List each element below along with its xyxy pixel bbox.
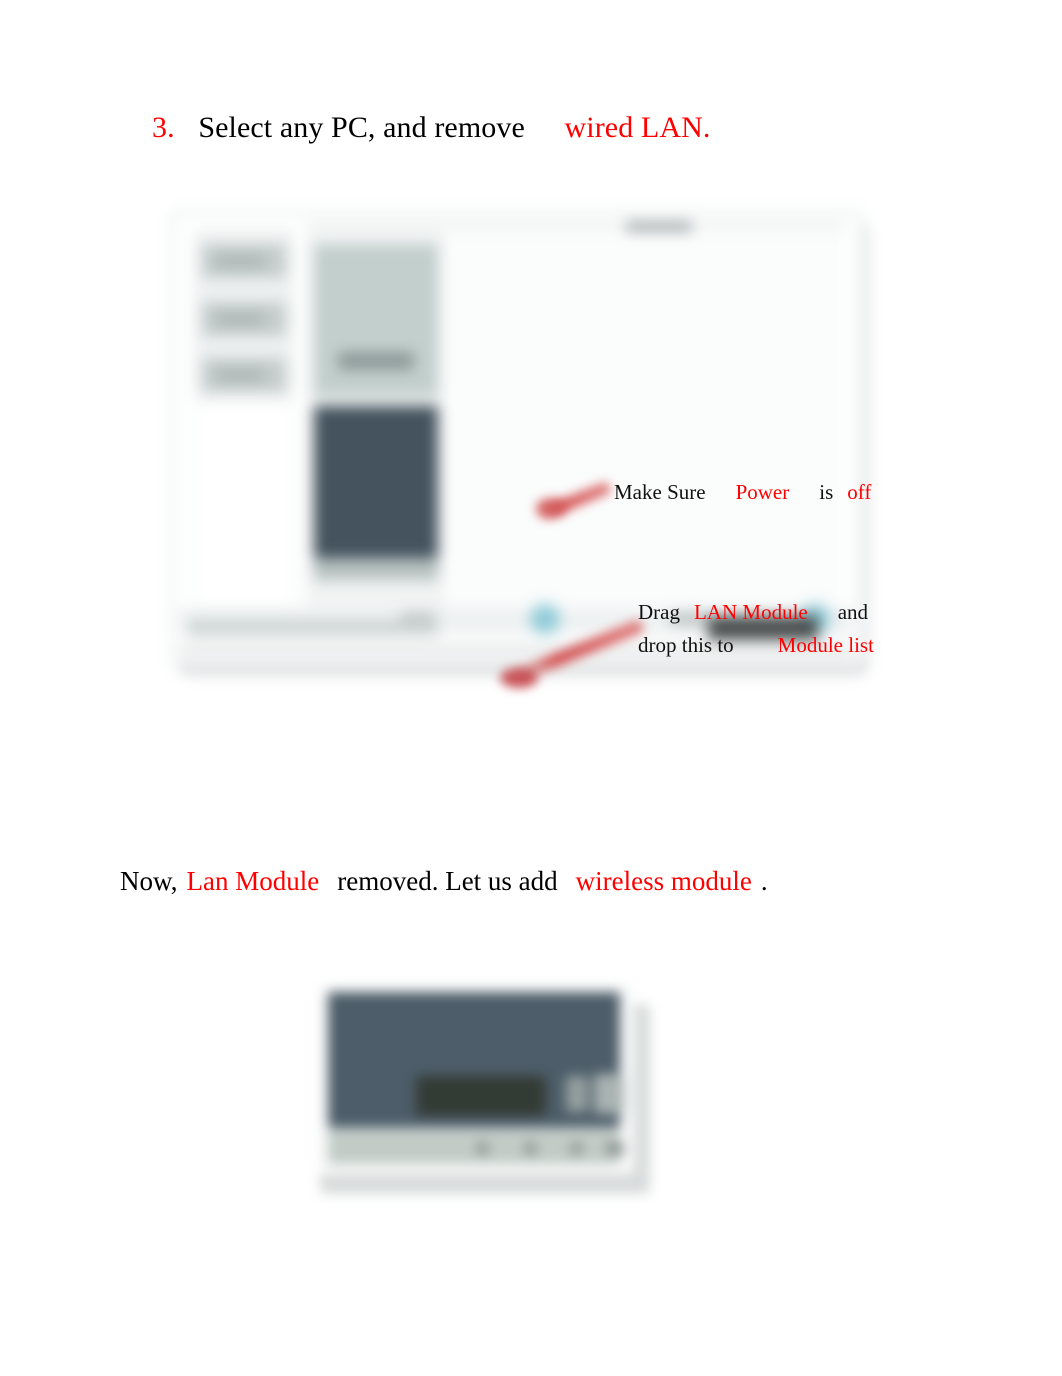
annotation-power-middle: is	[819, 480, 834, 504]
figure-device-module-bay	[296, 958, 696, 1228]
page-heading: 3. Select any PC, and remove wired LAN.	[152, 110, 710, 146]
annotation-arrow-power-head	[536, 498, 566, 518]
blurred-device-photo	[296, 958, 696, 1228]
annotation-power-prefix: Make Sure	[614, 480, 706, 504]
heading-text: Select any PC, and remove	[198, 111, 525, 144]
paragraph-lan-module-highlight: Lan Module	[186, 866, 320, 896]
module-description-panel	[194, 406, 296, 608]
paragraph-wireless-module-highlight: wireless module	[575, 866, 752, 896]
chassis-connector-a	[566, 1076, 588, 1112]
empty-module-bay	[416, 1076, 546, 1116]
top-bar-label-1	[626, 222, 692, 231]
device-chassis-top[interactable]	[314, 244, 438, 396]
annotation-power-text: Make Sure Power is off	[614, 478, 871, 506]
annotation-drag-text: Drag LAN Module and drop this to Module lis…	[638, 598, 874, 660]
status-text	[188, 620, 438, 636]
paragraph-below-figure: Now, Lan Module removed. Let us add wireles…	[120, 865, 768, 897]
device-preview-column[interactable]	[306, 228, 446, 608]
annotation-arrow-drag-head	[500, 668, 538, 688]
annotation-off-highlight: off	[847, 480, 872, 504]
module-list-panel[interactable]	[194, 230, 294, 400]
module-list-item-label	[214, 368, 266, 382]
paragraph-part-3: .	[760, 866, 768, 896]
module-list-item-label	[214, 312, 266, 326]
annotation-module-list-highlight: Module list	[777, 633, 874, 658]
heading-highlight: wired LAN.	[564, 111, 711, 144]
device-photo-card	[316, 984, 634, 1174]
chassis-port	[524, 1142, 537, 1155]
device-chassis-front	[328, 992, 624, 1128]
figure-packet-tracer-screenshot: Make Sure Power is off Drag LAN Module and dr…	[148, 190, 878, 690]
physical-view-canvas[interactable]	[452, 232, 844, 608]
annotation-power-highlight: Power	[735, 480, 790, 504]
chassis-port	[570, 1142, 583, 1155]
app-window-content	[180, 220, 852, 656]
chassis-port	[476, 1142, 489, 1155]
annotation-drag-suffix: and	[837, 600, 869, 624]
paragraph-part-1: Now,	[120, 866, 178, 896]
device-chassis-base	[314, 558, 438, 580]
device-chassis-body[interactable]	[314, 406, 438, 578]
heading-step-number: 3.	[152, 111, 175, 144]
annotation-drag-prefix: Drag	[638, 600, 680, 624]
chassis-port	[606, 1142, 624, 1155]
chassis-connector-b	[594, 1074, 624, 1114]
annotation-drop-prefix: drop this to	[638, 633, 734, 658]
toolbar-teal-icon[interactable]	[530, 604, 560, 634]
paragraph-part-2: removed. Let us add	[337, 866, 558, 896]
module-list-item-label	[214, 254, 266, 268]
device-chassis-base-strip	[328, 1130, 624, 1164]
power-switch[interactable]	[338, 352, 414, 370]
annotation-lan-module-highlight: LAN Module	[693, 600, 808, 624]
